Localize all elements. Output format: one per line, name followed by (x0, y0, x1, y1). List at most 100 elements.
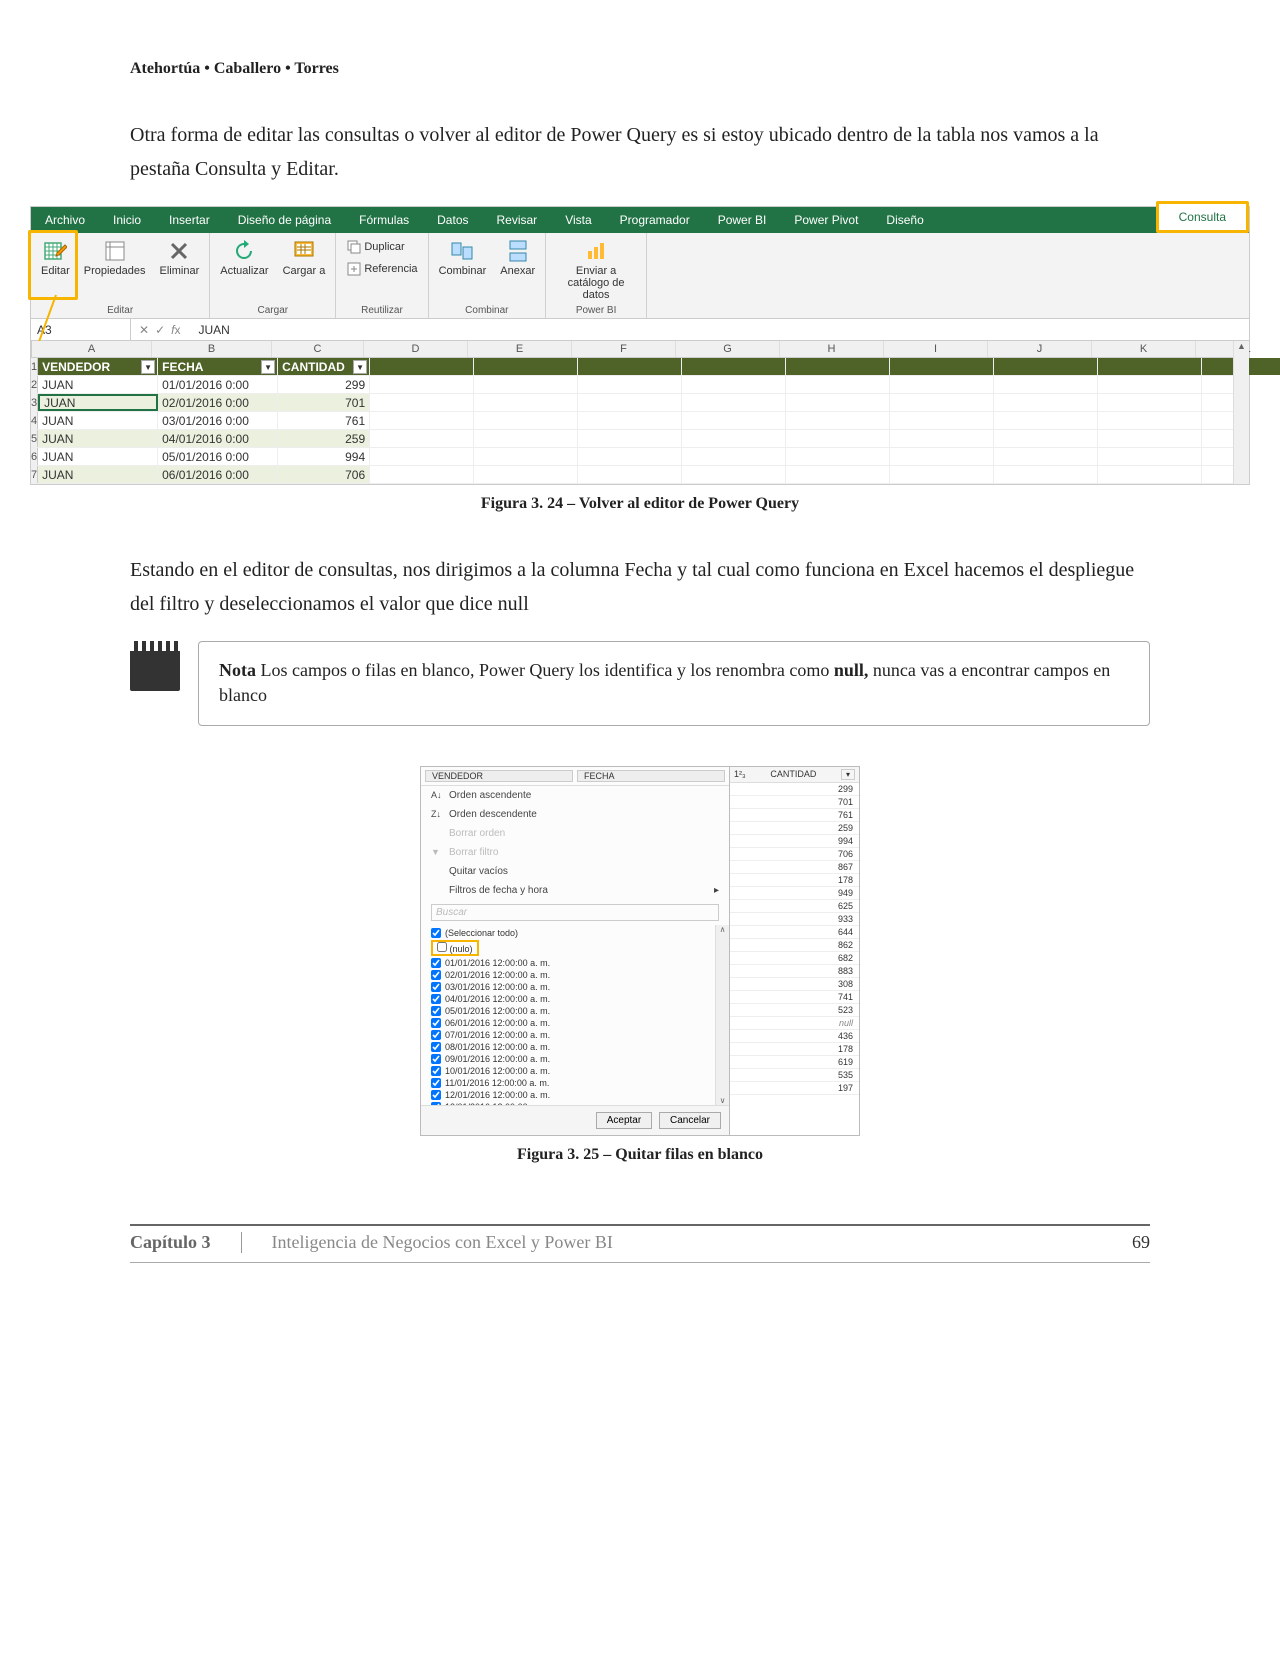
cell-cantidad[interactable]: 994 (278, 448, 370, 465)
check-date[interactable]: 05/01/2016 12:00:00 a. m. (431, 1005, 705, 1017)
tab-inicio[interactable]: Inicio (99, 207, 155, 233)
col-header-A[interactable]: A (32, 341, 152, 357)
filter-search-input[interactable]: Buscar (431, 904, 719, 921)
scroll-up-icon[interactable]: ▲ (1234, 341, 1249, 355)
cell-cantidad[interactable]: 259 (278, 430, 370, 447)
check-date[interactable]: 13/01/2016 12:00:00 a. m. (431, 1101, 705, 1105)
row-header[interactable]: 2 (31, 376, 38, 393)
accept-button[interactable]: Aceptar (596, 1112, 652, 1129)
cell-cantidad[interactable]: 299 (278, 376, 370, 393)
col-header-D[interactable]: D (364, 341, 468, 357)
check-date[interactable]: 09/01/2016 12:00:00 a. m. (431, 1053, 705, 1065)
checkbox[interactable] (431, 1018, 441, 1028)
col-header-H[interactable]: H (780, 341, 884, 357)
btn-cargar-a[interactable]: Cargar a (279, 237, 330, 279)
cell-fecha[interactable]: 01/01/2016 0:00 (158, 376, 278, 393)
check-date[interactable]: 07/01/2016 12:00:00 a. m. (431, 1029, 705, 1041)
cell-vendedor[interactable]: JUAN (38, 376, 158, 393)
check-date[interactable]: 02/01/2016 12:00:00 a. m. (431, 969, 705, 981)
checkbox[interactable] (431, 1066, 441, 1076)
check-date[interactable]: 06/01/2016 12:00:00 a. m. (431, 1017, 705, 1029)
checkbox[interactable] (431, 1102, 441, 1105)
cell-vendedor[interactable]: JUAN (38, 394, 158, 411)
filter-arrow-icon[interactable]: ▼ (261, 360, 275, 374)
date-filters[interactable]: Filtros de fecha y hora▸ (421, 881, 729, 900)
checkbox[interactable] (437, 942, 447, 952)
btn-referencia[interactable]: Referencia (342, 259, 421, 279)
btn-duplicar[interactable]: Duplicar (342, 237, 408, 257)
tab-consulta[interactable]: Consulta (1156, 201, 1249, 233)
vertical-scrollbar[interactable]: ▲ (1233, 341, 1249, 484)
checkbox[interactable] (431, 982, 441, 992)
row-header[interactable]: 5 (31, 430, 38, 447)
check-select-all[interactable]: (Seleccionar todo) (431, 927, 705, 939)
sort-desc[interactable]: Z↓Orden descendente (421, 805, 729, 824)
tab-diseno-pagina[interactable]: Diseño de página (224, 207, 345, 233)
check-date[interactable]: 11/01/2016 12:00:00 a. m. (431, 1077, 705, 1089)
check-nulo[interactable]: (nulo) (431, 939, 705, 957)
col-header-F[interactable]: F (572, 341, 676, 357)
col-header-B[interactable]: B (152, 341, 272, 357)
sort-asc[interactable]: A↓Orden ascendente (421, 786, 729, 805)
checkbox[interactable] (431, 994, 441, 1004)
checkbox[interactable] (431, 1078, 441, 1088)
checklist-scrollbar[interactable]: ∧∨ (715, 925, 729, 1105)
cell-cantidad[interactable]: 761 (278, 412, 370, 429)
btn-combinar[interactable]: Combinar (435, 237, 491, 279)
tab-powerpivot[interactable]: Power Pivot (780, 207, 872, 233)
col-header-J[interactable]: J (988, 341, 1092, 357)
check-date[interactable]: 04/01/2016 12:00:00 a. m. (431, 993, 705, 1005)
col-header-K[interactable]: K (1092, 341, 1196, 357)
checkbox[interactable] (431, 1006, 441, 1016)
btn-eliminar[interactable]: Eliminar (156, 237, 204, 279)
th-fecha[interactable]: FECHA▼ (158, 358, 278, 375)
cell-fecha[interactable]: 04/01/2016 0:00 (158, 430, 278, 447)
cell-vendedor[interactable]: JUAN (38, 430, 158, 447)
cell-cantidad[interactable]: 701 (278, 394, 370, 411)
check-date[interactable]: 03/01/2016 12:00:00 a. m. (431, 981, 705, 993)
filter-arrow-icon[interactable]: ▼ (353, 360, 367, 374)
tab-formulas[interactable]: Fórmulas (345, 207, 423, 233)
btn-anexar[interactable]: Anexar (496, 237, 539, 279)
col-header-I[interactable]: I (884, 341, 988, 357)
check-date[interactable]: 12/01/2016 12:00:00 a. m. (431, 1089, 705, 1101)
btn-propiedades[interactable]: Propiedades (80, 237, 150, 279)
btn-enviar-catalogo[interactable]: Enviar a catálogo de datos (552, 237, 640, 303)
checkbox[interactable] (431, 958, 441, 968)
checkbox[interactable] (431, 928, 441, 938)
row-header[interactable]: 6 (31, 448, 38, 465)
cancel-button[interactable]: Cancelar (659, 1112, 721, 1129)
tab-vista[interactable]: Vista (551, 207, 605, 233)
btn-actualizar[interactable]: Actualizar (216, 237, 272, 279)
cell-vendedor[interactable]: JUAN (38, 448, 158, 465)
remove-empty[interactable]: Quitar vacíos (421, 862, 729, 881)
row-header-1[interactable]: 1 (31, 358, 38, 375)
filter-arrow-icon[interactable]: ▾ (841, 769, 855, 780)
th-vendedor[interactable]: VENDEDOR▼ (38, 358, 158, 375)
tab-powerbi[interactable]: Power BI (704, 207, 781, 233)
col-header-C[interactable]: C (272, 341, 364, 357)
filter-arrow-icon[interactable]: ▼ (141, 360, 155, 374)
cancel-icon[interactable]: ✕ (139, 323, 149, 337)
cell-fecha[interactable]: 06/01/2016 0:00 (158, 466, 278, 483)
col-header-E[interactable]: E (468, 341, 572, 357)
col-header-G[interactable]: G (676, 341, 780, 357)
checkbox[interactable] (431, 1042, 441, 1052)
cell-fecha[interactable]: 02/01/2016 0:00 (158, 394, 278, 411)
check-date[interactable]: 01/01/2016 12:00:00 a. m. (431, 957, 705, 969)
cell-fecha[interactable]: 05/01/2016 0:00 (158, 448, 278, 465)
checkbox[interactable] (431, 1054, 441, 1064)
accept-icon[interactable]: ✓ (155, 323, 165, 337)
checkbox[interactable] (431, 1030, 441, 1040)
check-date[interactable]: 08/01/2016 12:00:00 a. m. (431, 1041, 705, 1053)
cell-vendedor[interactable]: JUAN (38, 412, 158, 429)
cell-fecha[interactable]: 03/01/2016 0:00 (158, 412, 278, 429)
fx-icon[interactable]: fx (171, 323, 180, 337)
tab-insertar[interactable]: Insertar (155, 207, 224, 233)
tab-programador[interactable]: Programador (606, 207, 704, 233)
check-date[interactable]: 10/01/2016 12:00:00 a. m. (431, 1065, 705, 1077)
checkbox[interactable] (431, 970, 441, 980)
tab-revisar[interactable]: Revisar (483, 207, 552, 233)
row-header[interactable]: 4 (31, 412, 38, 429)
checkbox[interactable] (431, 1090, 441, 1100)
